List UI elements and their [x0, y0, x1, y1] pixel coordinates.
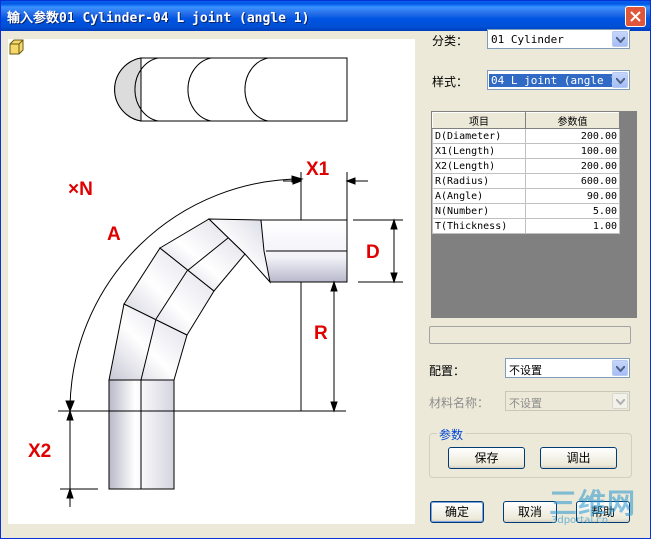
param-value[interactable]: 5.00 — [525, 203, 620, 219]
chevron-down-icon[interactable] — [612, 72, 628, 88]
param-value[interactable]: 100.00 — [525, 143, 620, 159]
table-row[interactable]: T(Thickness) 1.00 — [432, 218, 620, 234]
category-value: 01 Cylinder — [491, 33, 564, 46]
style-label: 样式： — [432, 75, 469, 89]
table-row[interactable]: R(Radius) 600.00 — [432, 173, 620, 189]
params-group-title: 参数 — [437, 426, 466, 443]
preview-canvas: ×N X1 A D R X2 — [8, 39, 415, 524]
param-name: R(Radius) — [432, 173, 526, 189]
chevron-down-icon[interactable] — [612, 360, 628, 376]
chevron-down-icon[interactable] — [612, 31, 628, 47]
pipe-drawing: ×N X1 A D R X2 — [28, 57, 403, 507]
param-name: A(Angle) — [432, 188, 526, 204]
col-header-item[interactable]: 项目 — [432, 112, 526, 129]
cube-icon[interactable] — [8, 39, 24, 55]
close-icon — [630, 11, 641, 22]
table-row[interactable]: N(Number) 5.00 — [432, 203, 620, 219]
param-name: X1(Length) — [432, 143, 526, 159]
label-x2: X2 — [28, 441, 51, 462]
label-x1: X1 — [306, 159, 330, 180]
param-name: T(Thickness) — [432, 218, 526, 234]
param-value[interactable]: 90.00 — [525, 188, 620, 204]
save-button[interactable]: 保存 — [448, 447, 525, 469]
watermark-url: 3dportal.cn — [551, 515, 609, 526]
window-title: 输入参数01 Cylinder-04 L joint (angle 1) — [7, 11, 310, 26]
category-select[interactable]: 01 Cylinder — [487, 29, 630, 49]
label-d: D — [366, 242, 380, 263]
elbow-pipe — [108, 218, 348, 490]
label-r: R — [314, 323, 328, 344]
material-select: 不设置 — [505, 391, 630, 411]
param-name: X2(Length) — [432, 158, 526, 174]
param-value[interactable]: 600.00 — [525, 173, 620, 189]
watermark-logo: 三维网 3dportal.cn — [549, 482, 645, 532]
table-row[interactable]: X1(Length) 100.00 — [432, 143, 620, 159]
load-button[interactable]: 调出 — [540, 447, 617, 469]
label-a: A — [107, 224, 121, 245]
style-select[interactable]: 04 L joint (angle 1) — [487, 70, 630, 90]
config-label: 配置： — [429, 364, 466, 378]
param-name: N(Number) — [432, 203, 526, 219]
dialog-window: 输入参数01 Cylinder-04 L joint (angle 1) ×N … — [0, 0, 651, 539]
table-row[interactable]: D(Diameter) 200.00 — [432, 128, 620, 144]
category-label: 分类： — [432, 34, 469, 48]
col-header-value[interactable]: 参数值 — [525, 112, 620, 129]
material-value: 不设置 — [509, 397, 542, 410]
progress-bar — [429, 326, 631, 344]
ok-button[interactable]: 确定 — [430, 501, 484, 523]
top-view-cylinder — [114, 57, 348, 122]
title-bar[interactable]: 输入参数01 Cylinder-04 L joint (angle 1) — [1, 1, 650, 31]
config-select[interactable]: 不设置 — [505, 358, 630, 378]
style-value: 04 L joint (angle 1) — [489, 74, 626, 87]
config-value: 不设置 — [509, 364, 542, 377]
params-table[interactable]: 项目 参数值 D(Diameter) 200.00 X1(Length) 100.0… — [432, 112, 620, 234]
param-value[interactable]: 200.00 — [525, 158, 620, 174]
chevron-down-icon — [612, 393, 628, 409]
param-name: D(Diameter) — [432, 128, 526, 144]
table-row[interactable]: X2(Length) 200.00 — [432, 158, 620, 174]
params-grid: 项目 参数值 D(Diameter) 200.00 X1(Length) 100.0… — [431, 111, 637, 318]
param-value[interactable]: 1.00 — [525, 218, 620, 234]
material-label: 材料名称： — [429, 396, 490, 410]
close-button[interactable] — [625, 6, 646, 27]
label-n: ×N — [68, 179, 93, 200]
table-row[interactable]: A(Angle) 90.00 — [432, 188, 620, 204]
param-value[interactable]: 200.00 — [525, 128, 620, 144]
